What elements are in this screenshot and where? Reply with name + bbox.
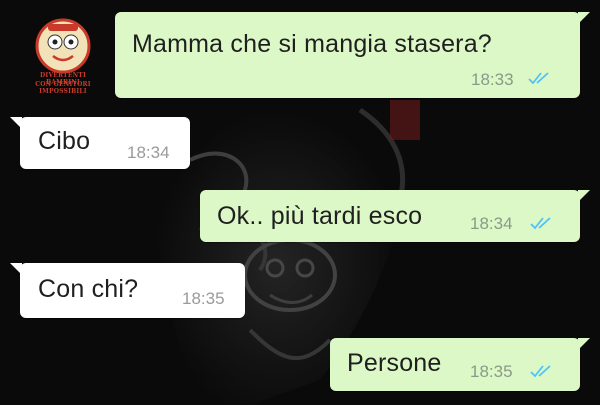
message-bubble-outgoing[interactable]: Ok.. più tardi esco 18:34	[200, 190, 590, 242]
bubble-tail	[10, 263, 22, 275]
logo-line-2: CON GENITORI IMPOSSIBILI	[35, 81, 91, 95]
bubble-tail	[578, 190, 590, 202]
read-receipt-icon	[530, 217, 551, 230]
read-receipt-icon	[528, 72, 549, 85]
message-bubble-incoming[interactable]: Cibo 18:34	[10, 117, 190, 169]
message-time: 18:35	[470, 362, 513, 381]
message-text: Con chi?	[38, 275, 139, 303]
message-text: Mamma che si mangia stasera?	[132, 30, 492, 58]
message-time: 18:34	[127, 143, 170, 162]
bubble-tail	[10, 117, 22, 129]
message-time: 18:35	[182, 289, 225, 308]
message-bubble-incoming[interactable]: Con chi? 18:35	[10, 263, 245, 318]
message-bubble-outgoing[interactable]: Persone 18:35	[330, 338, 590, 391]
watermark-logo: DIVERTENTI BAMBINI CON GENITORI IMPOSSIB…	[22, 12, 104, 95]
bubble-tail	[578, 338, 590, 350]
bubble-tail	[578, 12, 590, 24]
message-text: Ok.. più tardi esco	[217, 202, 423, 230]
message-time: 18:34	[470, 214, 513, 233]
message-text: Persone	[347, 349, 442, 377]
message-bubble-outgoing[interactable]: Mamma che si mangia stasera? 18:33	[115, 12, 590, 98]
message-time: 18:33	[471, 70, 514, 89]
message-text: Cibo	[38, 127, 91, 155]
read-receipt-icon	[530, 365, 551, 378]
